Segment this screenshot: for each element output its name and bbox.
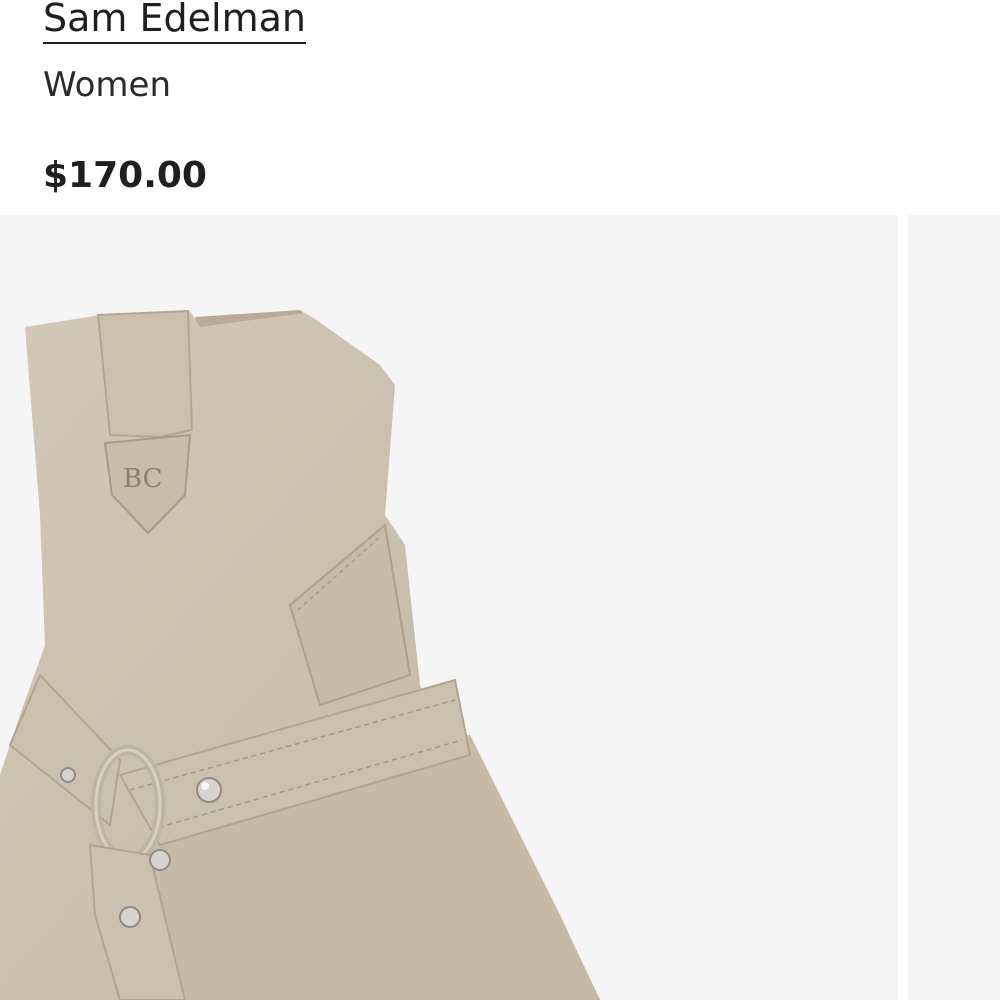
- product-price: $170.00: [43, 155, 207, 196]
- product-header: Sam Edelman Women $170.00: [43, 0, 943, 215]
- product-image-gallery[interactable]: BC: [0, 215, 1000, 1000]
- boot-image: BC: [0, 309, 600, 1000]
- brand-link[interactable]: Sam Edelman: [43, 0, 306, 44]
- svg-text:BC: BC: [123, 464, 162, 494]
- product-image-1[interactable]: BC: [0, 215, 898, 1000]
- product-category: Women: [43, 65, 172, 105]
- product-image-2[interactable]: [908, 215, 1000, 1000]
